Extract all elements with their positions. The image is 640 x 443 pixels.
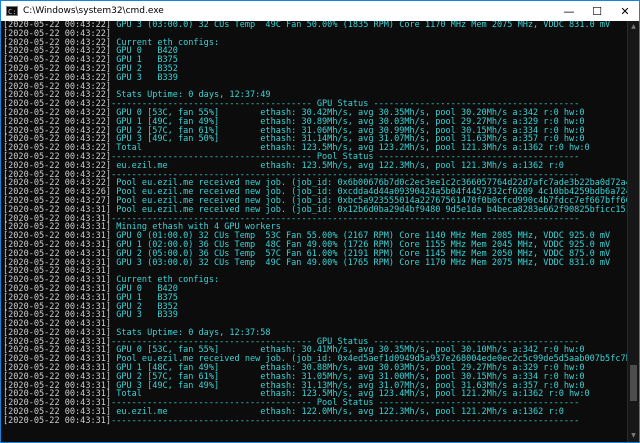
cmd-app-icon: C: (6, 6, 18, 16)
vertical-scrollbar[interactable]: ▲ ▼ (627, 21, 639, 442)
console-output[interactable]: [2020-05-22 00:43:22] GPU 3 (03:00.0) 32… (1, 21, 627, 442)
cmd-window: C: C:\Windows\system32\cmd.exe — ☐ ✕ [20… (0, 0, 640, 443)
line-message: GPU 3 (03:00.0) 32 CUs Temp 49C Fan 50.0… (111, 21, 611, 30)
scroll-thumb[interactable] (630, 365, 637, 402)
title-bar[interactable]: C: C:\Windows\system32\cmd.exe — ☐ ✕ (1, 1, 639, 21)
scroll-down-arrow-icon[interactable]: ▼ (628, 430, 639, 442)
line-message: ----------------------------------------… (111, 415, 580, 426)
line-timestamp: [2020-05-22 00:43:31] (3, 415, 112, 426)
scroll-up-arrow-icon[interactable]: ▲ (628, 21, 639, 33)
line-message: GPU 3 B339 (111, 72, 178, 83)
maximize-button[interactable]: ☐ (583, 1, 611, 21)
console-line: [2020-05-22 00:43:31]-------------------… (3, 415, 627, 426)
line-message: GPU 3 B339 (111, 310, 178, 321)
line-message: GPU 3 (03:00.0) 32 CUs Temp 49C Fan 49.0… (111, 257, 611, 268)
minimize-button[interactable]: — (555, 1, 583, 21)
close-button[interactable]: ✕ (611, 1, 639, 21)
window-title: C:\Windows\system32\cmd.exe (23, 6, 164, 16)
